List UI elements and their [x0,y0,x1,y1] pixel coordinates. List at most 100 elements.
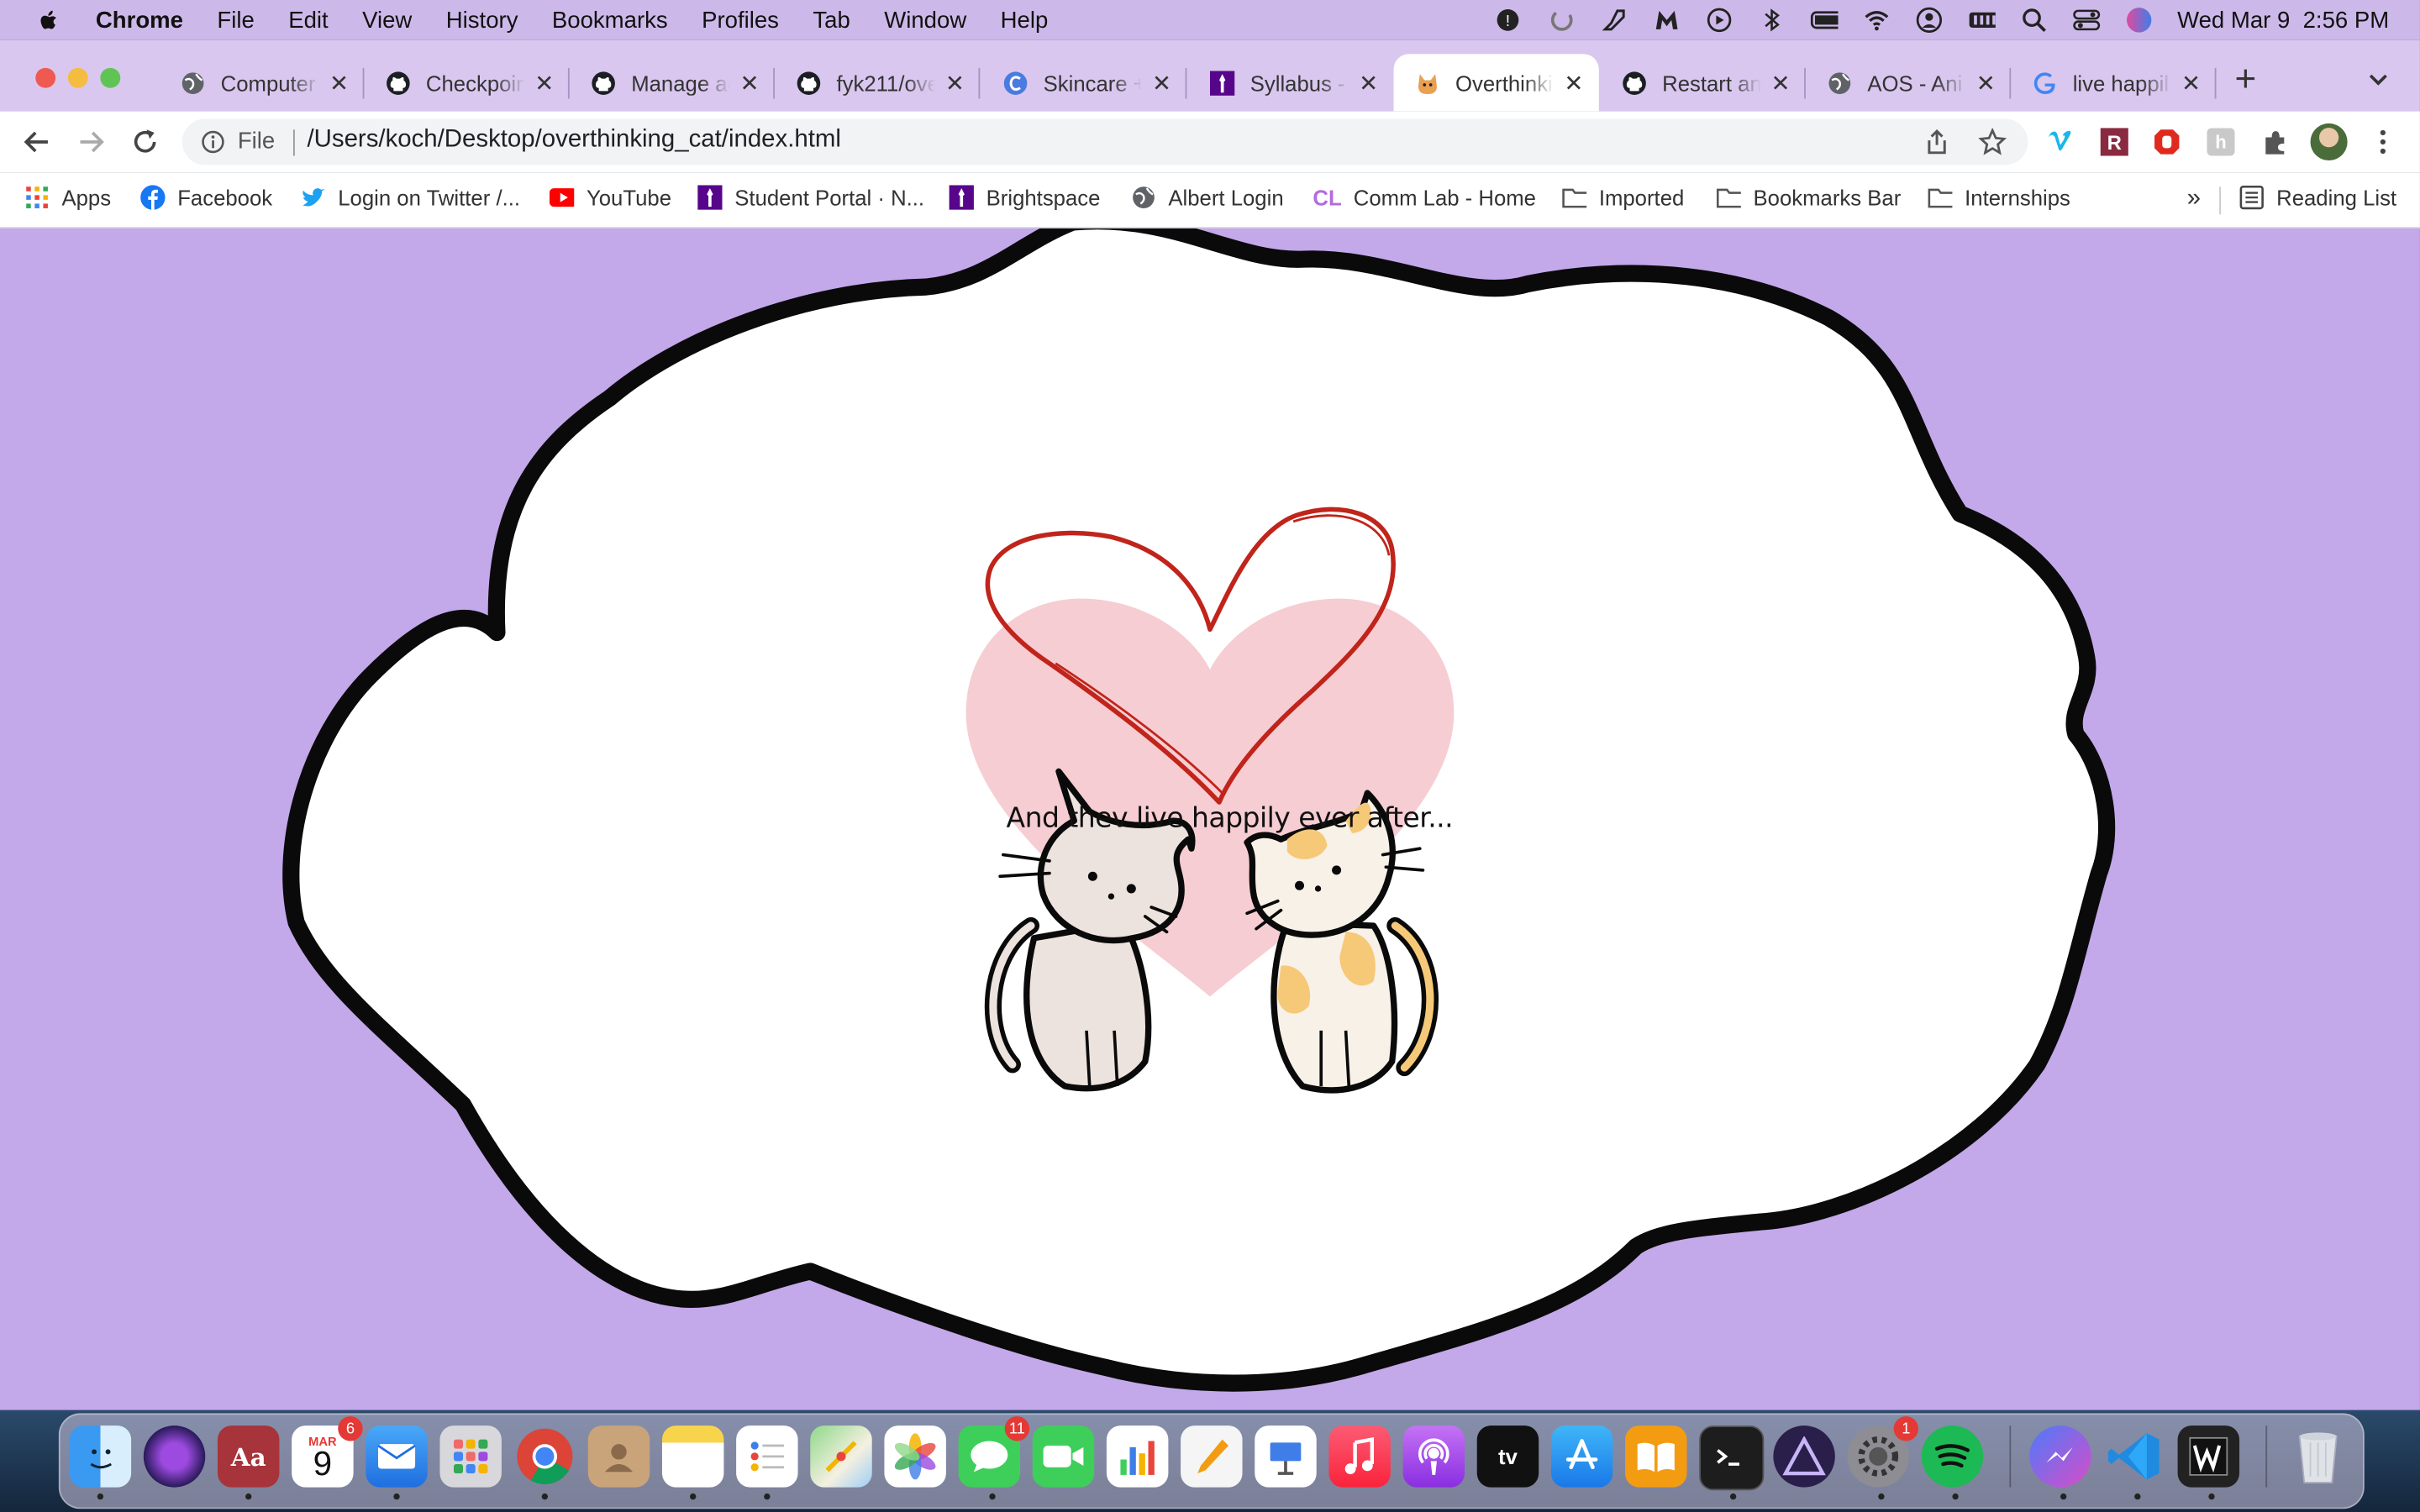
vimeo-extension-icon[interactable] [2046,128,2074,163]
url-text[interactable]: /Users/koch/Desktop/overthinking_cat/ind… [308,127,841,155]
bookmark-folder-bookmarks-bar[interactable]: Bookmarks Bar [1716,185,1901,210]
tab-close-button[interactable]: ✕ [945,69,965,97]
bookmark-student-portal[interactable]: Student Portal · N... [697,185,924,210]
menu-file[interactable]: File [217,7,254,33]
maps-icon[interactable] [810,1425,872,1488]
tab-close-button[interactable]: ✕ [1564,69,1583,97]
memory-icon[interactable] [1967,6,1996,34]
r-extension-icon[interactable]: R [2100,128,2128,156]
menu-bookmarks[interactable]: Bookmarks [552,7,668,33]
site-info-icon[interactable] [201,129,225,162]
tab-close-button[interactable]: ✕ [1359,69,1378,97]
vscode-icon[interactable] [2103,1425,2165,1487]
control-center-icon[interactable] [2072,6,2100,34]
keynote-icon[interactable] [1255,1425,1317,1488]
tab[interactable]: fyk211/ove ✕ [775,54,981,111]
menu-history[interactable]: History [446,7,518,33]
tab-close-button[interactable]: ✕ [534,69,554,97]
numbers-icon[interactable] [1106,1425,1169,1488]
share-icon[interactable] [1923,128,1951,163]
bookmark-comm-lab[interactable]: CL Comm Lab - Home [1313,185,1536,209]
menu-help[interactable]: Help [1001,7,1049,33]
minimize-window-button[interactable] [67,67,88,88]
tab-close-button[interactable]: ✕ [2181,69,2201,97]
menu-view[interactable]: View [362,7,412,33]
siri-icon[interactable] [2125,6,2153,34]
spotlight-search-icon[interactable] [2020,6,2048,34]
bookmark-apps[interactable]: Apps [24,185,111,210]
notes-icon[interactable] [661,1425,724,1488]
podcasts-icon[interactable] [1402,1425,1465,1488]
bluetooth-icon[interactable] [1757,6,1785,34]
apple-tv-icon[interactable]: tv [1476,1425,1539,1488]
messenger-icon[interactable] [2029,1425,2091,1488]
zoom-window-button[interactable] [100,67,121,88]
bookmark-brightspace[interactable]: Brightspace [949,185,1100,210]
rocket-icon[interactable] [1600,6,1628,34]
bookmark-folder-imported[interactable]: Imported [1562,185,1684,210]
pages-icon[interactable] [1181,1425,1243,1488]
bookmark-twitter[interactable]: Login on Twitter /... [301,185,520,210]
sync-spinner-icon[interactable] [1548,6,1576,34]
siri-app-icon[interactable] [143,1425,206,1488]
forward-button[interactable] [76,127,107,165]
play-circle-icon[interactable] [1705,6,1733,34]
menu-profiles[interactable]: Profiles [702,7,779,33]
menu-tab[interactable]: Tab [813,7,850,33]
spotify-icon[interactable] [1921,1425,1984,1488]
back-button[interactable] [22,127,53,165]
terminal-icon[interactable] [1699,1425,1765,1491]
wifi-icon[interactable] [1862,6,1890,34]
bookmarks-overflow-button[interactable]: » [2187,185,2201,213]
calendar-icon[interactable]: MAR 9 6 [292,1416,363,1488]
tab-search-icon[interactable] [2367,68,2389,96]
user-account-icon[interactable] [1915,6,1943,34]
menu-edit[interactable]: Edit [288,7,328,33]
adblock-extension-icon[interactable] [2153,128,2181,163]
tab-close-button[interactable]: ✕ [1770,69,1790,97]
books-icon[interactable] [1625,1425,1687,1488]
reminders-icon[interactable] [736,1425,798,1488]
malwarebytes-icon[interactable] [1653,6,1681,34]
tab[interactable]: Manage ac ✕ [570,54,776,111]
close-window-button[interactable] [35,67,56,88]
facetime-icon[interactable] [1032,1425,1095,1488]
reload-button[interactable] [129,127,160,165]
battery-charging-icon[interactable] [1810,6,1838,34]
contacts-icon[interactable] [587,1425,650,1488]
tab-close-button[interactable]: ✕ [1152,69,1171,97]
address-bar[interactable]: File /Users/koch/Desktop/overthinking_ca… [182,118,2028,165]
dictionary-icon[interactable]: Aa [217,1425,280,1488]
menubar-clock[interactable]: Wed Mar 9 2:56 PM [2177,7,2389,33]
tab[interactable]: AOS - Ani ✕ [1806,54,2012,111]
bookmark-youtube[interactable]: YouTube [549,185,671,210]
grey-extension-icon[interactable]: h [2207,128,2235,156]
webstorm-icon[interactable] [2177,1425,2240,1488]
messages-icon[interactable]: 11 [958,1416,1030,1488]
tab[interactable]: Syllabus - ✕ [1188,54,1393,111]
tab-close-button[interactable]: ✕ [1976,69,1996,97]
tab[interactable]: live happil ✕ [2011,54,2217,111]
app-store-icon[interactable] [1550,1425,1613,1488]
tab[interactable]: Checkpoin ✕ [364,54,570,111]
menu-app-name[interactable]: Chrome [96,7,183,33]
new-tab-button[interactable]: + [2235,61,2257,98]
bookmark-facebook[interactable]: Facebook [140,185,272,210]
tab[interactable]: Skincare + ✕ [981,54,1187,111]
profile-avatar[interactable] [2310,123,2348,161]
mail-icon[interactable] [366,1425,428,1488]
music-icon[interactable] [1328,1425,1391,1488]
launchpad-icon[interactable] [439,1425,502,1488]
system-preferences-icon[interactable]: 1 [1847,1416,1919,1488]
reading-list-button[interactable]: Reading List [2239,185,2396,210]
menu-window[interactable]: Window [884,7,966,33]
tab-active[interactable]: Overthinki ✕ [1393,54,1599,112]
trash-icon[interactable] [2287,1425,2349,1487]
tab[interactable]: Restart an ✕ [1601,54,1806,111]
bookmark-star-icon[interactable] [1978,127,2007,163]
chrome-menu-icon[interactable] [2372,128,2394,163]
extensions-puzzle-icon[interactable] [2261,128,2289,163]
finder-icon[interactable] [69,1425,132,1488]
tab-close-button[interactable]: ✕ [740,69,760,97]
bookmark-folder-internships[interactable]: Internships [1928,185,2070,210]
